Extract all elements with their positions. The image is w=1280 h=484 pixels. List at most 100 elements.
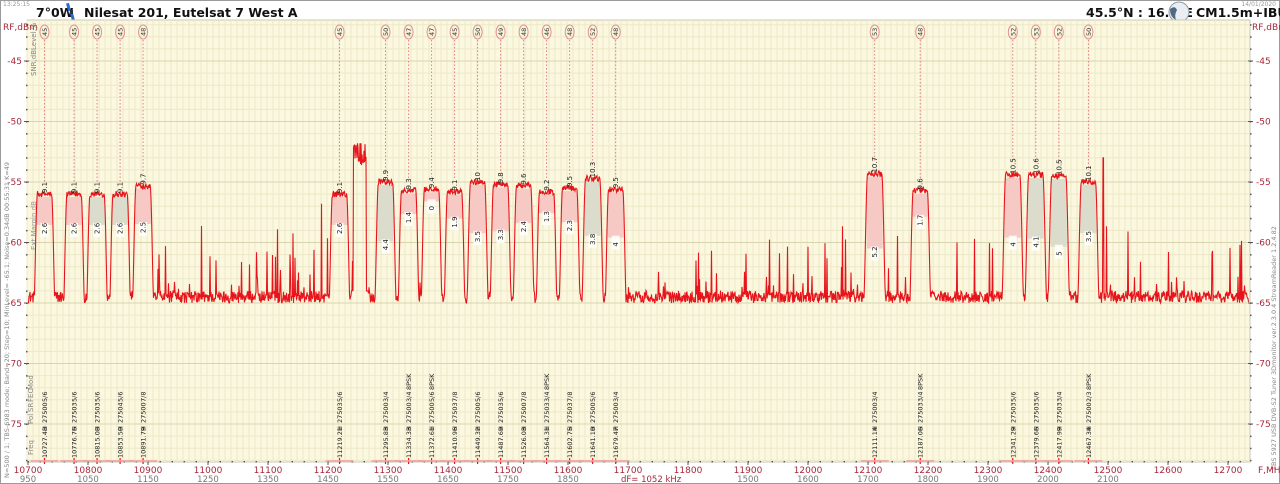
if-tick-label: 1750 (497, 475, 519, 484)
x-minor-tick (1191, 461, 1193, 463)
margin-label: 0 (428, 206, 436, 210)
table-cell-sr: 27504 (117, 402, 125, 423)
margin-label: 4.4 (382, 239, 390, 251)
table-cell-sr: 27503 (336, 402, 344, 423)
y-minor-tick (26, 217, 28, 220)
snr-label: 10 (474, 172, 482, 181)
margin-fill (1080, 185, 1097, 234)
y-minor-tick (1250, 399, 1252, 401)
y-minor-tick (1250, 181, 1252, 183)
y-minor-tick (26, 435, 28, 438)
margin-label: 3.3 (497, 229, 505, 240)
x-minor-tick (675, 461, 677, 463)
y-minor-tick (1250, 411, 1252, 413)
table-cell-fec: 3/4 (382, 392, 390, 402)
snr-label: 9.5 (612, 177, 620, 188)
if-tick-label: 1050 (77, 475, 99, 484)
table-cell-sr: 27500 (589, 402, 597, 423)
channel-band (906, 460, 935, 462)
table-cell-sr: 27500 (612, 402, 620, 423)
table-cell-sr: 27503 (94, 402, 102, 423)
level-badge-value: 45 (336, 28, 344, 36)
table-cell-sr: 27500 (871, 402, 879, 423)
y-minor-tick (1250, 48, 1252, 50)
x-tick-label: 12700 (1214, 466, 1243, 476)
y-minor-tick (1250, 266, 1252, 268)
x-minor-tick (939, 461, 941, 463)
x-minor-tick (699, 461, 701, 463)
if-tick-label: 1150 (137, 475, 159, 484)
table-cell-mod: 8PSK (405, 373, 413, 390)
table-cell-pol: H (428, 426, 436, 431)
x-minor-tick (363, 461, 365, 463)
x-minor-tick (723, 461, 725, 463)
y-minor-tick (1250, 363, 1252, 365)
y-minor-tick (26, 36, 28, 38)
y-tick-label-left: -50 (7, 118, 22, 128)
margin-label: 2.6 (336, 222, 344, 234)
margin-label: 2.6 (117, 222, 125, 234)
table-cell-sr: 27500 (41, 402, 49, 423)
if-tick-label: 1550 (377, 475, 399, 484)
margin-label: 3.5 (1085, 231, 1093, 242)
y-minor-tick (26, 350, 28, 353)
level-badge-value: 52 (1055, 28, 1063, 36)
table-cell-fec: 3/4 (1055, 392, 1063, 402)
table-cell-sr: 27500 (382, 402, 390, 423)
snr-label: 10.5 (1055, 159, 1063, 175)
margin-fill (89, 197, 106, 225)
table-cell-pol: H (1032, 426, 1040, 431)
margin-fill (36, 197, 53, 225)
table-cell-pol: H (451, 426, 459, 431)
snr-label: 9.1 (451, 180, 459, 191)
table-cell-sr: 27500 (405, 402, 413, 423)
y-minor-tick (1250, 169, 1252, 171)
x-minor-tick (291, 461, 293, 463)
y-minor-tick (26, 108, 28, 111)
y-minor-tick (1250, 242, 1252, 244)
level-badge-value: 48 (612, 28, 620, 36)
channel-band (129, 460, 158, 462)
y-minor-tick (26, 242, 28, 244)
y-minor-tick (1250, 302, 1252, 304)
x-minor-tick (759, 461, 761, 463)
x-minor-tick (243, 461, 245, 463)
y-minor-tick (26, 302, 28, 304)
level-badge-value: 45 (451, 28, 459, 36)
y-minor-tick (1250, 375, 1252, 377)
spectrum-chart: -45 -45-50 -50-55 -55-60 -60-65 -65-70 -70-75-… (3, 19, 1280, 484)
snr-label: 9.6 (917, 178, 925, 190)
level-badge-value: 46 (543, 28, 551, 36)
table-cell-sr: 27503 (1055, 402, 1063, 423)
y-minor-tick (1250, 290, 1252, 292)
y-minor-tick (26, 290, 28, 292)
x-tick-label: 12600 (1154, 466, 1183, 476)
margin-fill (331, 197, 348, 225)
margin-label: 4.1 (1032, 236, 1040, 247)
y-minor-tick (1250, 338, 1252, 341)
table-cell-fec: 3/4 (871, 392, 879, 402)
level-badge-value: 45 (94, 28, 102, 36)
table-cell-pol: H (520, 426, 528, 431)
margin-fill (515, 188, 532, 224)
table-cell-sr: 27500 (474, 402, 482, 423)
y-tick-label-right: -75 (1256, 420, 1271, 430)
table-cell-pol: H (140, 426, 148, 431)
if-tick-label: 2100 (1097, 475, 1119, 484)
y-minor-tick (26, 145, 28, 147)
table-row-label: Mod (27, 375, 35, 390)
table-cell-fec: 2/3 (1085, 392, 1093, 402)
table-cell-pol: H (543, 426, 551, 431)
y-minor-tick (26, 254, 28, 256)
y-minor-tick (26, 266, 28, 268)
x-minor-tick (1239, 461, 1241, 463)
if-tick-label: 1800 (917, 475, 939, 484)
if-tick-label: 950 (20, 475, 36, 484)
margin-label: 2.6 (41, 222, 49, 234)
y-minor-tick (26, 96, 28, 99)
snr-label: 9.8 (497, 172, 505, 183)
table-cell-sr: 27503 (1009, 402, 1017, 423)
level-badge-value: 50 (1085, 28, 1093, 36)
snr-label: 10.1 (1085, 165, 1093, 181)
y-minor-tick (26, 314, 28, 317)
